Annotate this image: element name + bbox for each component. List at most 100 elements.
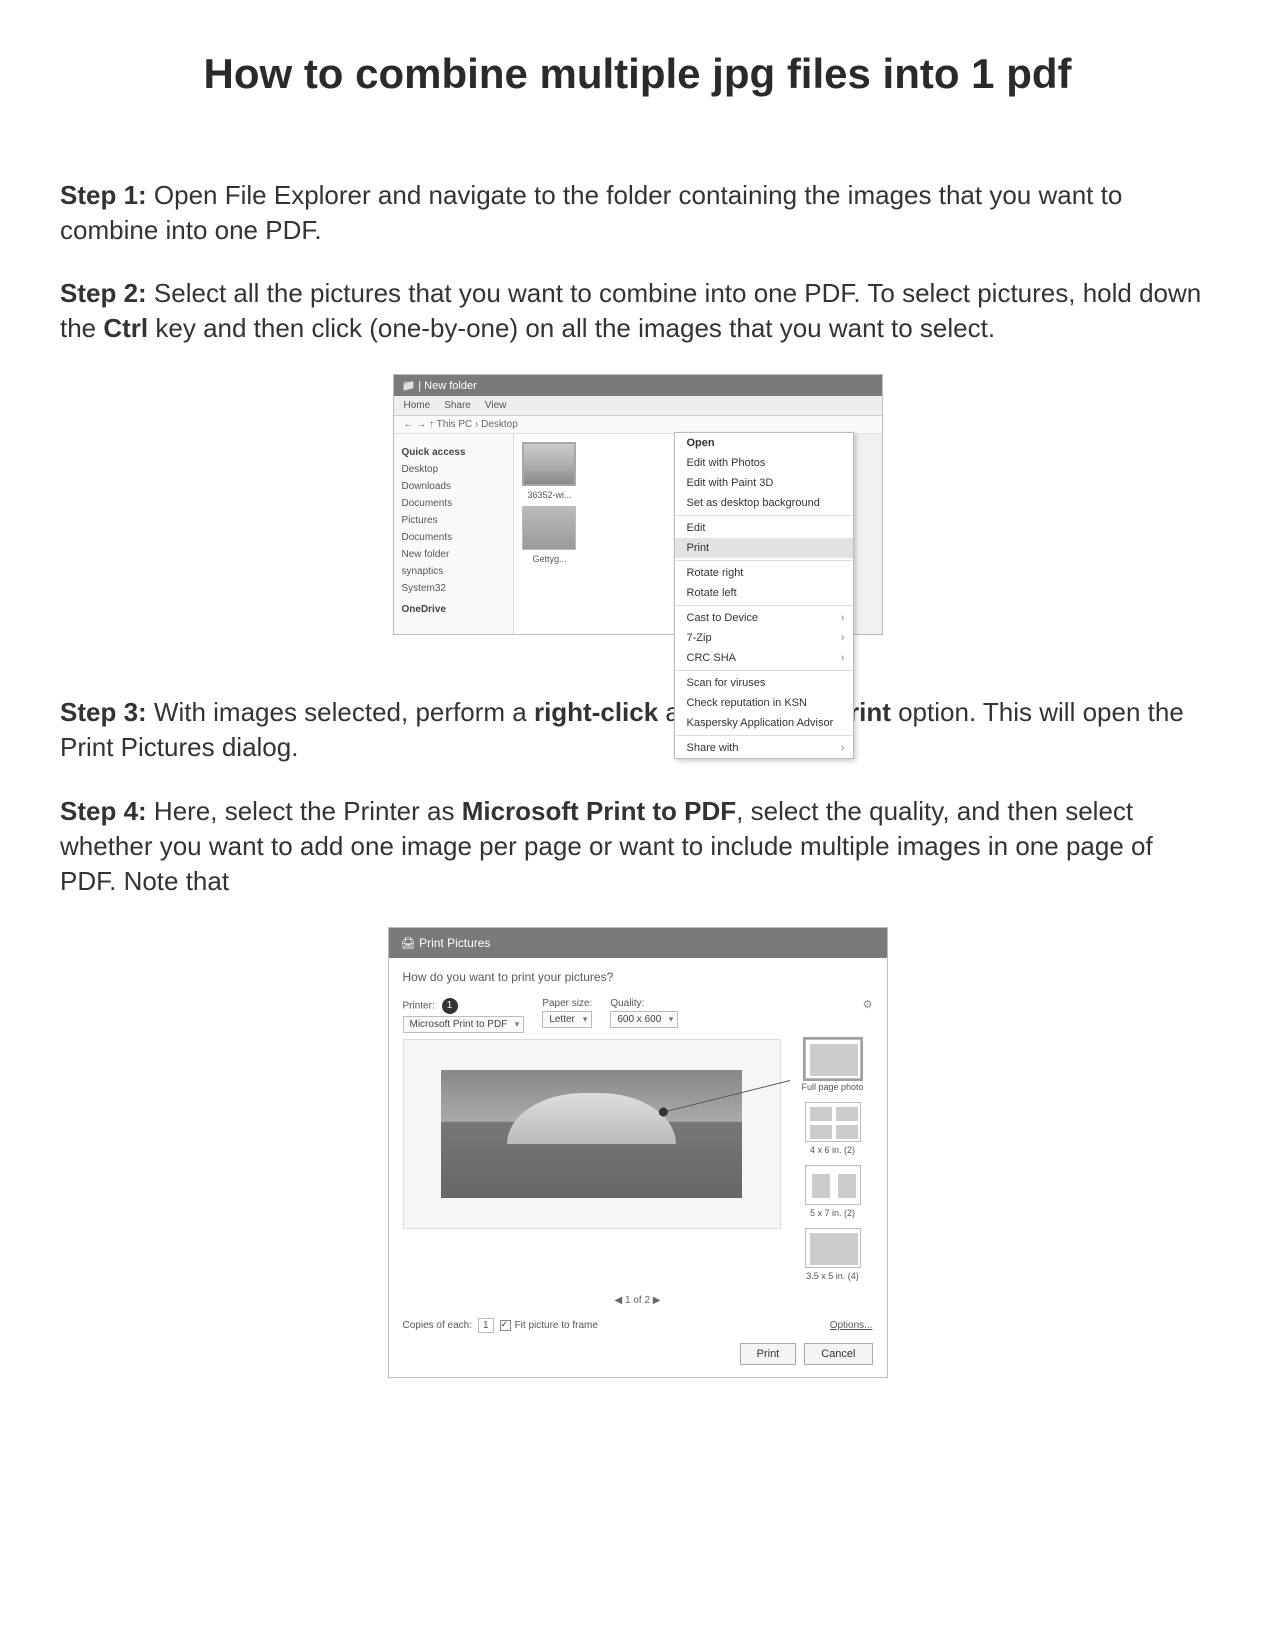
chevron-right-icon: › bbox=[841, 632, 845, 644]
ctx-separator bbox=[675, 560, 853, 561]
step-4-text-a: Here, select the Printer as bbox=[147, 796, 462, 826]
sidebar-item-documents[interactable]: Documents bbox=[402, 495, 509, 512]
quality-select[interactable]: 600 x 600 bbox=[610, 1011, 678, 1028]
step-4-msprint: Microsoft Print to PDF bbox=[462, 796, 736, 826]
ctx-edit-paint3d[interactable]: Edit with Paint 3D bbox=[675, 473, 853, 493]
explorer-window-title: New folder bbox=[424, 380, 477, 392]
sidebar-item-desktop[interactable]: Desktop bbox=[402, 461, 509, 478]
step-4: Step 4: Here, select the Printer as Micr… bbox=[60, 794, 1215, 899]
sidebar-item-downloads[interactable]: Downloads bbox=[402, 478, 509, 495]
preview-photo bbox=[441, 1070, 742, 1198]
ctx-7zip[interactable]: 7-Zip › bbox=[675, 628, 853, 648]
layout-thumb-icon bbox=[805, 1165, 861, 1205]
ctx-rotate-left[interactable]: Rotate left bbox=[675, 583, 853, 603]
explorer-ribbon-tabs: Home Share View bbox=[394, 396, 882, 416]
step-3-rightclick: right-click bbox=[534, 697, 658, 727]
step-4-label: Step 4: bbox=[60, 796, 147, 826]
chevron-right-icon: › bbox=[841, 612, 845, 624]
file-name-1: 36352-wi... bbox=[522, 490, 578, 500]
pager-text: 1 of 2 bbox=[625, 1295, 650, 1306]
ctx-crc-sha[interactable]: CRC SHA › bbox=[675, 648, 853, 668]
cancel-button[interactable]: Cancel bbox=[804, 1343, 872, 1365]
ctx-separator bbox=[675, 605, 853, 606]
layout-full-page[interactable]: Full page photo bbox=[793, 1039, 873, 1092]
ctx-separator bbox=[675, 670, 853, 671]
layout-3x5[interactable]: 3.5 x 5 in. (4) bbox=[793, 1228, 873, 1281]
ctx-cast-label: Cast to Device bbox=[687, 612, 759, 624]
chevron-right-icon: › bbox=[841, 652, 845, 664]
fit-to-frame-label: Fit picture to frame bbox=[515, 1320, 598, 1331]
chevron-right-icon: › bbox=[841, 742, 845, 754]
printer-select[interactable]: Microsoft Print to PDF bbox=[403, 1016, 525, 1033]
ctx-share-with[interactable]: Share with› bbox=[675, 738, 853, 758]
step-2-ctrl: Ctrl bbox=[103, 313, 148, 343]
ctx-kaspersky-advisor[interactable]: Kaspersky Application Advisor bbox=[675, 713, 853, 733]
step-2: Step 2: Select all the pictures that you… bbox=[60, 276, 1215, 346]
print-dialog-title: Print Pictures bbox=[419, 936, 490, 950]
ctx-cast-to-device[interactable]: Cast to Device › bbox=[675, 608, 853, 628]
explorer-sidebar: Quick access Desktop Downloads Documents… bbox=[394, 434, 514, 634]
ctx-edit-photos[interactable]: Edit with Photos bbox=[675, 453, 853, 473]
tab-share[interactable]: Share bbox=[444, 400, 471, 411]
quality-label: Quality: bbox=[610, 998, 678, 1009]
checkbox-icon bbox=[500, 1320, 511, 1331]
printer-label-text: Printer: bbox=[403, 1000, 435, 1011]
sidebar-quick-access[interactable]: Quick access bbox=[402, 444, 509, 461]
ctx-crc-label: CRC SHA bbox=[687, 652, 737, 664]
ctx-print[interactable]: Print bbox=[675, 538, 853, 558]
step-3-label: Step 3: bbox=[60, 697, 147, 727]
context-menu: Open Edit with Photos Edit with Paint 3D… bbox=[674, 432, 854, 759]
options-link[interactable]: Options... bbox=[830, 1320, 873, 1331]
printer-label: Printer: 1 bbox=[403, 998, 525, 1014]
tab-view[interactable]: View bbox=[485, 400, 507, 411]
ctx-separator bbox=[675, 735, 853, 736]
layout-thumb-icon bbox=[805, 1039, 861, 1079]
copies-label: Copies of each: bbox=[403, 1320, 473, 1331]
sidebar-item-pictures[interactable]: Pictures bbox=[402, 512, 509, 529]
step-3: Step 3: With images selected, perform a … bbox=[60, 695, 1215, 765]
ctx-set-background[interactable]: Set as desktop background bbox=[675, 493, 853, 513]
step-1-text: Open File Explorer and navigate to the f… bbox=[60, 180, 1122, 245]
ctx-open[interactable]: Open bbox=[675, 433, 853, 453]
layout-5x7[interactable]: 5 x 7 in. (2) bbox=[793, 1165, 873, 1218]
sidebar-onedrive[interactable]: OneDrive bbox=[402, 601, 509, 618]
help-icon[interactable]: ⚙ bbox=[863, 998, 873, 1011]
sidebar-item-newfolder[interactable]: New folder bbox=[402, 546, 509, 563]
ctx-scan-viruses[interactable]: Scan for viruses bbox=[675, 673, 853, 693]
ctx-7zip-label: 7-Zip bbox=[687, 632, 712, 644]
paper-size-label: Paper size: bbox=[542, 998, 592, 1009]
figure-print-pictures: 🖨 Print Pictures How do you want to prin… bbox=[388, 927, 888, 1378]
layout-4x6[interactable]: 4 x 6 in. (2) bbox=[793, 1102, 873, 1155]
layout-thumb-icon bbox=[805, 1102, 861, 1142]
ctx-rotate-right[interactable]: Rotate right bbox=[675, 563, 853, 583]
step-2-text-b: key and then click (one-by-one) on all t… bbox=[148, 313, 995, 343]
print-dialog-question: How do you want to print your pictures? bbox=[403, 970, 873, 984]
print-pager: ◀ 1 of 2 ▶ bbox=[403, 1295, 873, 1306]
explorer-address-text: This PC › Desktop bbox=[437, 419, 518, 430]
page-title: How to combine multiple jpg files into 1… bbox=[60, 50, 1215, 98]
tab-home[interactable]: Home bbox=[404, 400, 431, 411]
print-preview bbox=[403, 1039, 781, 1229]
layout-list: Full page photo 4 x 6 in. (2) 5 x 7 in. … bbox=[793, 1039, 873, 1291]
layout-thumb-icon bbox=[805, 1228, 861, 1268]
print-button[interactable]: Print bbox=[740, 1343, 797, 1365]
figure-file-explorer: 📁 | New folder Home Share View ← → ↑ Thi… bbox=[393, 374, 883, 635]
fit-to-frame-checkbox[interactable]: Fit picture to frame bbox=[500, 1320, 598, 1331]
explorer-titlebar: 📁 | New folder bbox=[394, 375, 882, 396]
image-thumb-icon bbox=[522, 442, 576, 486]
layout-4x6-label: 4 x 6 in. (2) bbox=[793, 1145, 873, 1155]
step-1: Step 1: Open File Explorer and navigate … bbox=[60, 178, 1215, 248]
ctx-edit[interactable]: Edit bbox=[675, 518, 853, 538]
layout-3x5-label: 3.5 x 5 in. (4) bbox=[793, 1271, 873, 1281]
step-3-text-a: With images selected, perform a bbox=[147, 697, 534, 727]
paper-size-select[interactable]: Letter bbox=[542, 1011, 592, 1028]
step-1-label: Step 1: bbox=[60, 180, 147, 210]
sidebar-item-system32[interactable]: System32 bbox=[402, 580, 509, 597]
layout-5x7-label: 5 x 7 in. (2) bbox=[793, 1208, 873, 1218]
callout-badge-1: 1 bbox=[442, 998, 458, 1014]
copies-spinner[interactable]: 1 bbox=[478, 1318, 494, 1333]
ctx-ksn[interactable]: Check reputation in KSN bbox=[675, 693, 853, 713]
sidebar-item-synaptics[interactable]: synaptics bbox=[402, 563, 509, 580]
sidebar-item-documents-2[interactable]: Documents bbox=[402, 529, 509, 546]
file-name-2: Gettyg... bbox=[522, 554, 578, 564]
